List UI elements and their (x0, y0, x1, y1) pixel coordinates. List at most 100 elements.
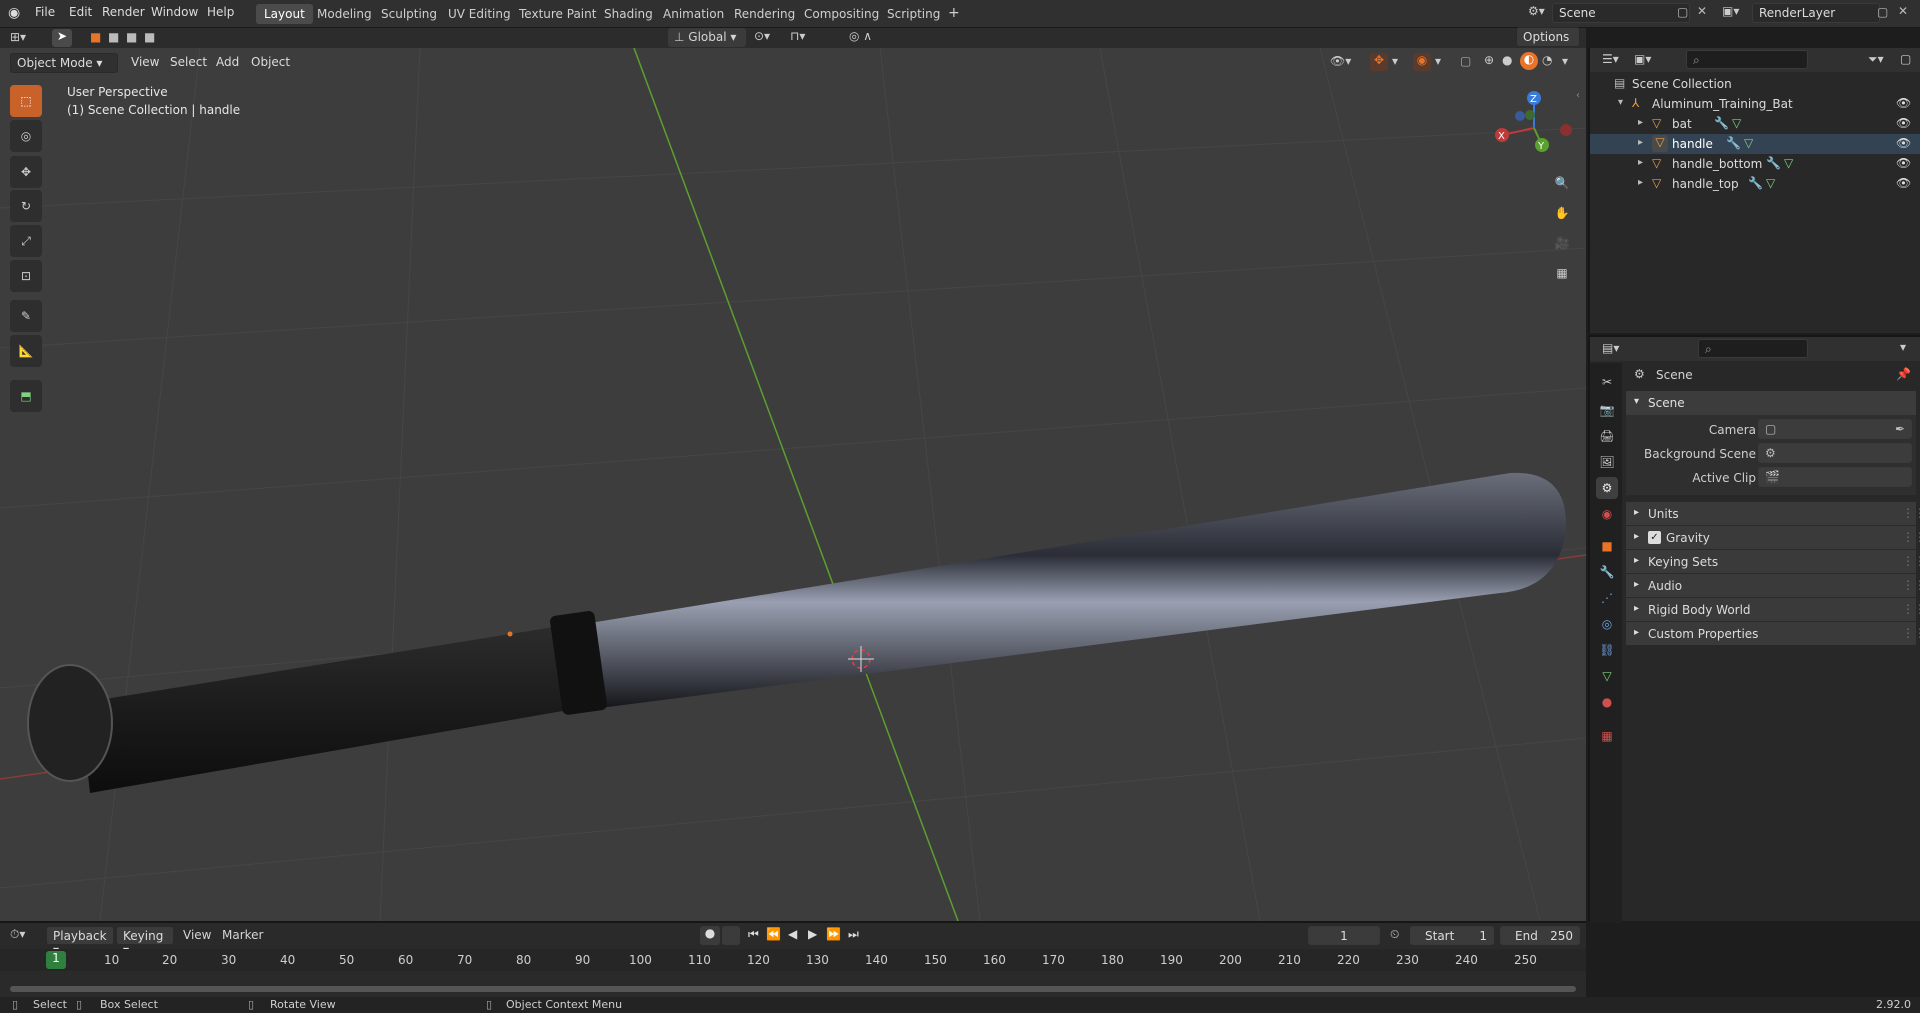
navigation-gizmo[interactable]: Z X Y (1490, 88, 1580, 168)
view-layer-icon[interactable]: ▣▾ (1722, 4, 1739, 18)
add-workspace-button[interactable]: + (940, 2, 968, 22)
viewport-menu-select[interactable]: Select (170, 55, 207, 69)
timeline-scrollbar[interactable] (10, 986, 1576, 992)
play-icon[interactable]: ▶ (808, 927, 817, 941)
play-reverse-icon[interactable]: ◀ (788, 927, 797, 941)
tool-transform[interactable]: ⊡ (10, 260, 42, 292)
tab-scripting[interactable]: Scripting (879, 4, 948, 24)
delete-view-layer-icon[interactable]: ✕ (1898, 4, 1908, 18)
select-mode-subtract-icon[interactable]: ■ (126, 30, 137, 44)
overlay-toggle-icon[interactable]: ◉ (1413, 53, 1431, 71)
view-layer-tab-icon[interactable]: 🖼 (1596, 451, 1618, 473)
record-button-icon[interactable]: ● (700, 926, 720, 945)
view-layer-field[interactable]: RenderLayer (1752, 3, 1880, 23)
xray-icon[interactable]: ▢ (1460, 54, 1471, 68)
timeline-menu-marker[interactable]: Marker (222, 928, 263, 942)
pin-icon[interactable]: 📌 (1896, 367, 1911, 381)
audio-subpanel[interactable]: ▸ Audio ⋮⋮ (1626, 573, 1920, 597)
ortho-grid-icon[interactable]: ▦ (1549, 260, 1575, 286)
drag-handle-icon[interactable]: ⋮⋮ (1902, 530, 1920, 544)
modifier-wrench-icon[interactable]: 🔧 (1726, 136, 1741, 150)
mesh-data-icon[interactable]: ▽ (1766, 176, 1775, 190)
jump-end-icon[interactable]: ⏭ (848, 927, 859, 942)
snap-icon[interactable]: ⊓▾ (790, 29, 805, 43)
tab-texture-paint[interactable]: Texture Paint (511, 4, 604, 24)
render-tab-icon[interactable]: 📷 (1596, 399, 1618, 421)
tab-animation[interactable]: Animation (655, 4, 732, 24)
tab-sculpting[interactable]: Sculpting (373, 4, 445, 24)
outliner-display-mode-icon[interactable]: ▣▾ (1634, 52, 1651, 66)
gizmo-dropdown-icon[interactable]: ▾ (1392, 54, 1398, 68)
start-frame-field[interactable]: Start 1 (1410, 926, 1494, 945)
keying-dropdown[interactable]: Keying ▾ (116, 926, 174, 957)
drag-handle-icon[interactable]: ⋮⋮ (1902, 506, 1920, 520)
shading-wireframe-icon[interactable]: ⊕ (1484, 53, 1494, 67)
tab-compositing[interactable]: Compositing (796, 4, 887, 24)
object-tab-icon[interactable]: ■ (1596, 535, 1618, 557)
menu-render[interactable]: Render (102, 5, 145, 19)
current-frame-field[interactable]: 1 (1308, 926, 1380, 945)
visibility-eye-icon[interactable]: 👁 (1896, 176, 1911, 190)
select-mode-intersect-icon[interactable]: ■ (144, 30, 155, 44)
end-frame-field[interactable]: End 250 (1500, 926, 1580, 945)
menu-window[interactable]: Window (151, 5, 198, 19)
zoom-icon[interactable]: 🔍 (1549, 170, 1575, 196)
timeline-menu-view[interactable]: View (183, 928, 211, 942)
keying-sets-subpanel[interactable]: ▸ Keying Sets ⋮⋮ (1626, 549, 1920, 573)
expand-arrow-icon[interactable]: ▸ (1638, 157, 1643, 168)
tab-uv-editing[interactable]: UV Editing (440, 4, 519, 24)
camera-field[interactable]: ▢ ✒ (1758, 419, 1912, 439)
world-tab-icon[interactable]: ◉ (1596, 503, 1618, 525)
expand-arrow-icon[interactable]: ▸ (1638, 117, 1643, 128)
drag-handle-icon[interactable]: ⋮⋮ (1902, 578, 1920, 592)
tab-rendering[interactable]: Rendering (726, 4, 803, 24)
constraints-tab-icon[interactable]: ⛓ (1596, 639, 1618, 661)
jump-next-keyframe-icon[interactable]: ⏩ (826, 927, 841, 941)
drag-handle-icon[interactable]: ⋮⋮ (1902, 602, 1920, 616)
physics-tab-icon[interactable]: ◎ (1596, 613, 1618, 635)
timeline-editor-icon[interactable]: ⏱▾ (10, 927, 25, 942)
properties-search-input[interactable]: ⌕ (1698, 339, 1808, 358)
drag-handle-icon[interactable]: ⋮⋮ (1902, 626, 1920, 640)
expand-arrow-icon[interactable]: ▸ (1638, 137, 1643, 148)
modifier-wrench-icon[interactable]: 🔧 (1714, 116, 1729, 130)
object-mode-dropdown[interactable]: Object Mode ▾ (10, 53, 118, 73)
outliner-editor-icon[interactable]: ☰▾ (1602, 52, 1619, 66)
tool-tab-icon[interactable]: ✂ (1596, 371, 1618, 393)
visibility-eye-icon[interactable]: 👁 (1896, 96, 1911, 110)
eyedropper-icon[interactable]: ✒ (1895, 422, 1905, 436)
expand-arrow-icon[interactable]: ▸ (1638, 177, 1643, 188)
tool-rotate[interactable]: ↻ (10, 190, 42, 222)
tool-select-box[interactable]: ⬚ (10, 85, 42, 117)
gizmo-toggle-icon[interactable]: ✥ (1370, 53, 1388, 71)
3d-viewport[interactable]: Object Mode ▾ View Select Add Object 👁▾ … (0, 48, 1586, 921)
tool-move[interactable]: ✥ (10, 156, 42, 188)
scene-selector-icon[interactable]: ⚙▾ (1528, 4, 1545, 18)
modifier-wrench-icon[interactable]: 🔧 (1766, 156, 1781, 170)
menu-help[interactable]: Help (207, 5, 234, 19)
tool-scale[interactable]: ⤢ (10, 225, 42, 257)
properties-options-icon[interactable]: ▾ (1900, 340, 1906, 354)
pan-hand-icon[interactable]: ✋ (1549, 200, 1575, 226)
outliner-row-scene-collection[interactable]: ▤ Scene Collection (1590, 74, 1920, 94)
auto-keying-options-icon[interactable] (722, 926, 740, 945)
jump-start-icon[interactable]: ⏮ (748, 927, 759, 942)
filter-icon[interactable]: ⏷▾ (1868, 52, 1884, 67)
visibility-eye-icon[interactable]: 👁 (1896, 116, 1911, 130)
custom-properties-subpanel[interactable]: ▸ Custom Properties ⋮⋮ (1626, 621, 1920, 645)
select-tool-icon[interactable]: ➤ (52, 29, 72, 47)
new-scene-icon[interactable]: ▢ (1677, 5, 1688, 19)
visibility-eye-icon[interactable]: 👁 (1896, 136, 1911, 150)
expand-arrow-icon[interactable]: ▾ (1618, 97, 1623, 108)
playhead-frame-label[interactable]: 1 (46, 951, 66, 969)
options-dropdown[interactable]: Options (1516, 27, 1580, 47)
visibility-eye-icon[interactable]: 👁 (1896, 156, 1911, 170)
outliner-row-object[interactable]: ▸ ▽ handle_bottom 🔧 ▽ 👁 (1590, 154, 1920, 174)
scene-panel-header[interactable]: ▾ Scene (1626, 391, 1916, 415)
viewport-menu-view[interactable]: View (131, 55, 159, 69)
shading-dropdown-icon[interactable]: ▾ (1562, 54, 1568, 68)
new-collection-icon[interactable]: ▢ (1900, 52, 1911, 66)
active-clip-field[interactable]: 🎬 (1758, 467, 1912, 487)
editor-type-icon[interactable]: ⊞▾ (10, 30, 26, 44)
mesh-data-icon[interactable]: ▽ (1732, 116, 1741, 130)
